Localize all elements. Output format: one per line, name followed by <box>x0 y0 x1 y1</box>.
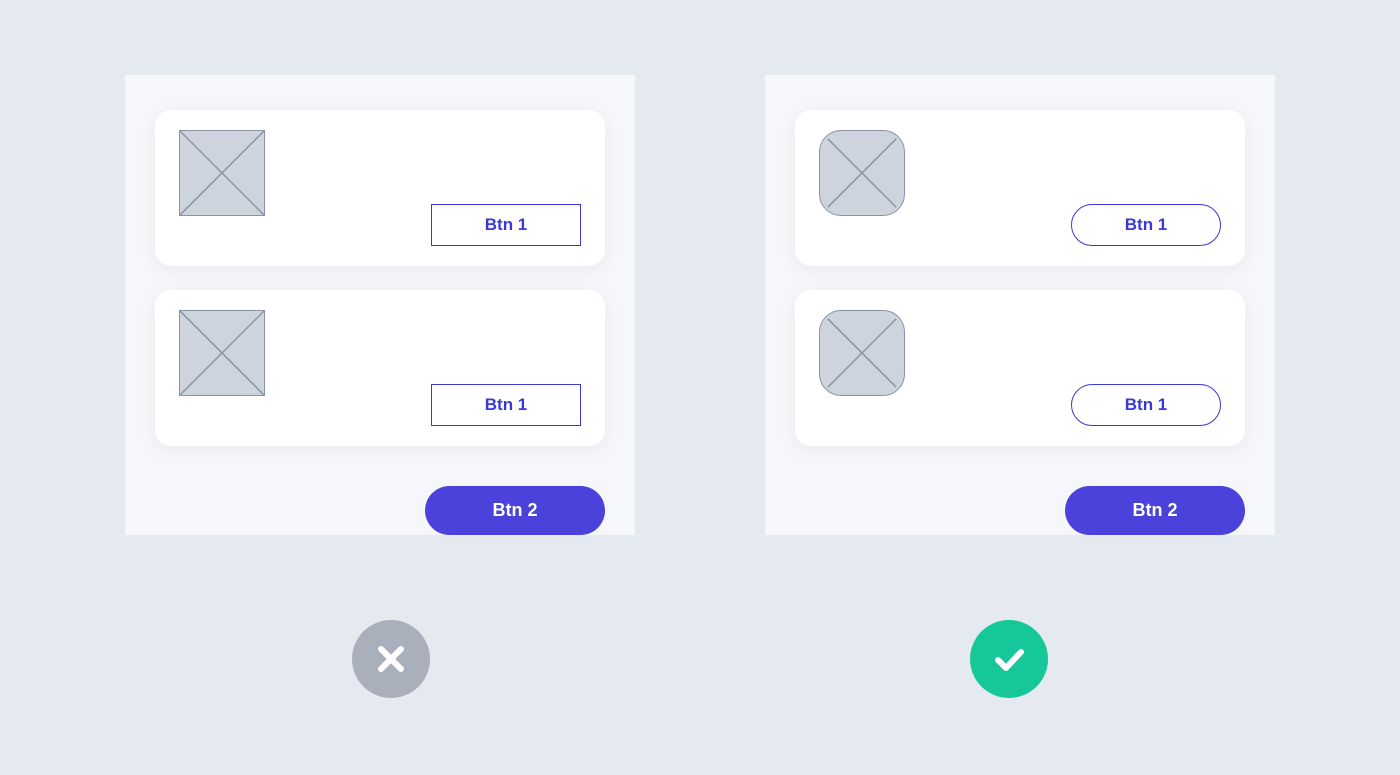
footer-button[interactable]: Btn 2 <box>425 486 605 535</box>
comparison-row: Btn 1 Btn 1 Btn 2 Btn 1 <box>125 75 1275 535</box>
footer-button[interactable]: Btn 2 <box>1065 486 1245 535</box>
card-button[interactable]: Btn 1 <box>1071 204 1221 246</box>
card-button[interactable]: Btn 1 <box>431 204 581 246</box>
card-button[interactable]: Btn 1 <box>431 384 581 426</box>
check-icon <box>970 620 1048 698</box>
bad-example-panel: Btn 1 Btn 1 Btn 2 <box>125 75 635 535</box>
cross-icon <box>352 620 430 698</box>
image-placeholder-icon <box>179 310 265 396</box>
card: Btn 1 <box>155 110 605 266</box>
image-placeholder-icon <box>819 310 905 396</box>
card: Btn 1 <box>795 110 1245 266</box>
good-example-panel: Btn 1 Btn 1 Btn 2 <box>765 75 1275 535</box>
card: Btn 1 <box>795 290 1245 446</box>
status-badges-row <box>352 620 1048 698</box>
card-button[interactable]: Btn 1 <box>1071 384 1221 426</box>
image-placeholder-icon <box>179 130 265 216</box>
card: Btn 1 <box>155 290 605 446</box>
image-placeholder-icon <box>819 130 905 216</box>
